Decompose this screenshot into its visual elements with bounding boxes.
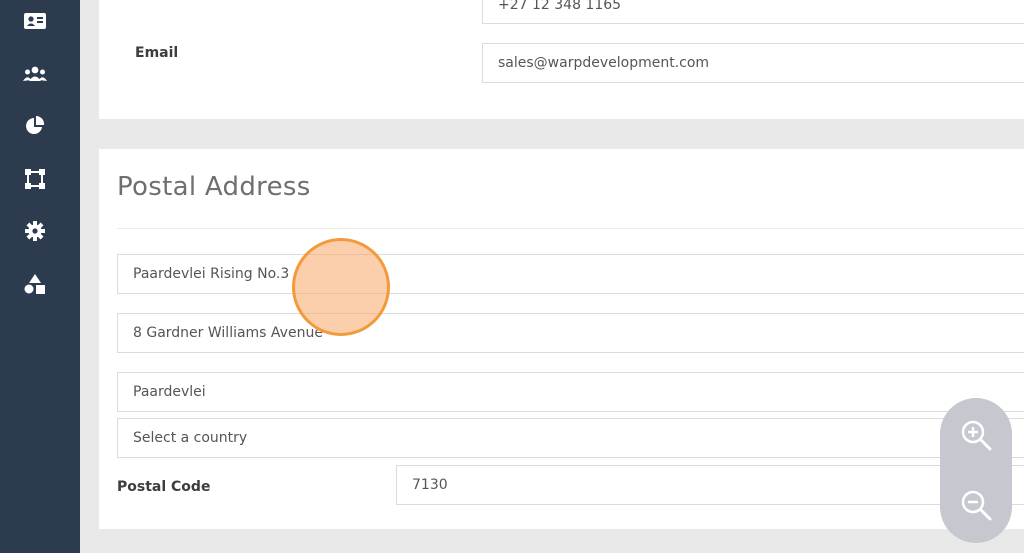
users-icon[interactable] [22,61,48,87]
zoom-controls [940,398,1012,543]
sidebar [0,0,80,553]
email-field[interactable]: sales@warpdevelopment.com [482,43,1024,83]
address-line2-value: 8 Gardner Williams Avenue [133,325,323,341]
email-label: Email [135,45,179,61]
pie-chart-icon[interactable] [22,113,48,139]
vector-square-icon[interactable] [22,166,48,192]
click-highlight [292,238,390,336]
gear-icon[interactable] [22,218,48,244]
postal-address-title: Postal Address [117,172,311,202]
postal-code-value: 7130 [412,477,448,493]
contact-card-icon[interactable] [22,8,48,34]
postal-code-field[interactable]: 7130 [396,465,1024,505]
address-line1-field[interactable]: Paardevlei Rising No.3 [117,254,1024,294]
country-placeholder: Select a country [133,430,248,446]
telephone-value: +27 12 348 1165 [498,0,622,13]
address-line2-field[interactable]: 8 Gardner Williams Avenue [117,313,1024,353]
address-line1-value: Paardevlei Rising No.3 [133,266,290,282]
country-select[interactable]: Select a country [117,418,1024,458]
section-divider [117,228,1024,229]
address-line3-field[interactable]: Paardevlei [117,372,1024,412]
email-value: sales@warpdevelopment.com [498,55,710,71]
zoom-out-icon[interactable] [956,485,996,525]
postal-code-label: Postal Code [117,479,211,495]
zoom-in-icon[interactable] [956,415,996,455]
address-line3-value: Paardevlei [133,384,206,400]
shapes-icon[interactable] [22,271,48,297]
telephone-field[interactable]: +27 12 348 1165 [482,0,1024,24]
